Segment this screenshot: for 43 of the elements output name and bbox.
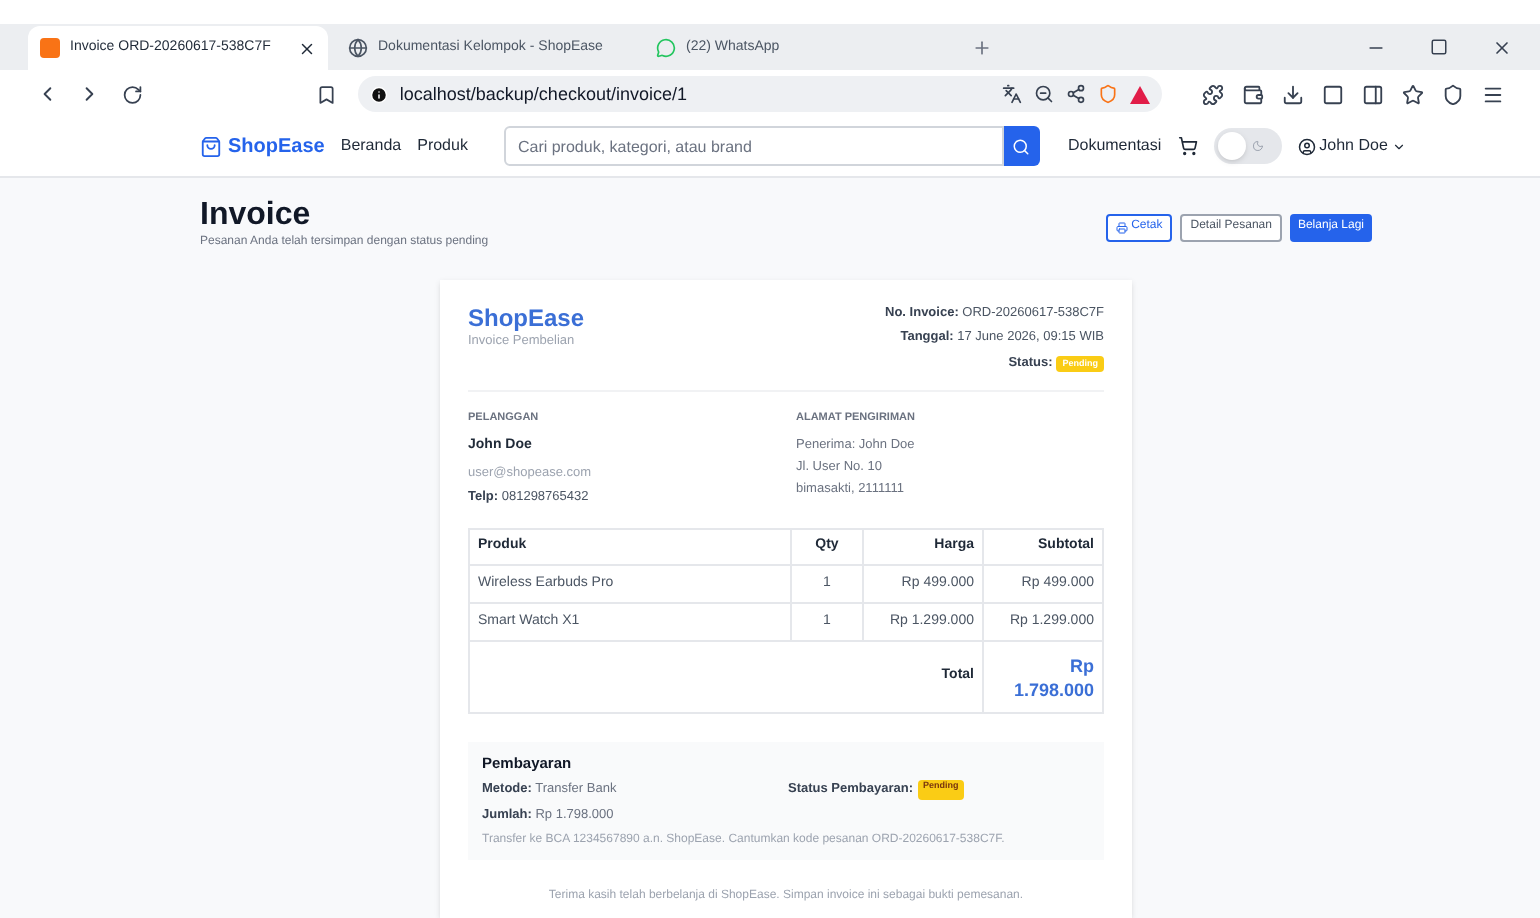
shield-icon	[1097, 84, 1118, 105]
square-icon	[1321, 83, 1344, 106]
translate-icon	[1001, 84, 1022, 105]
close-icon[interactable]	[1492, 38, 1512, 59]
nav-link[interactable]: Dokumentasi	[1067, 134, 1162, 159]
panel-icon	[1361, 83, 1384, 106]
search-icon	[1012, 137, 1031, 156]
star-icon	[1401, 83, 1424, 106]
maximize-icon[interactable]	[1430, 38, 1448, 57]
zoom-icon	[1033, 84, 1054, 105]
puzzle-icon	[1201, 83, 1224, 106]
nav-link[interactable]: Produk	[417, 134, 468, 159]
app-icon	[40, 38, 60, 59]
nav-link[interactable]: Beranda	[340, 134, 402, 159]
new-tab-icon[interactable]	[972, 38, 992, 59]
user-menu[interactable]: John Doe	[1297, 134, 1406, 159]
bookmark-icon[interactable]	[316, 83, 338, 106]
total-value: Rp 1.798.000	[1011, 653, 1094, 702]
menu-icon	[1481, 83, 1504, 106]
info-icon	[369, 85, 388, 104]
theme-switch[interactable]	[1213, 128, 1282, 165]
printer-icon	[1115, 221, 1128, 234]
share-icon	[1065, 84, 1086, 105]
reload-icon[interactable]	[121, 83, 143, 106]
search-button[interactable]	[1003, 126, 1040, 167]
page-title: Invoice	[200, 197, 313, 234]
shield-icon	[1441, 83, 1464, 106]
wallet-icon	[1241, 83, 1264, 106]
search-field[interactable]: Cari produk, kategori, atau brand	[503, 126, 1004, 167]
triangle-icon	[1129, 85, 1150, 104]
close-icon	[298, 39, 316, 58]
moon-icon	[1251, 140, 1264, 153]
caret-icon	[1391, 139, 1406, 154]
invoice-brand: ShopEase	[468, 303, 585, 332]
chat-icon	[656, 38, 676, 59]
brand-logo[interactable]: ShopEase	[200, 131, 325, 162]
address-bar[interactable]: localhost/backup/checkout/invoice/1	[357, 76, 1162, 113]
download-icon	[1281, 83, 1304, 106]
cart-icon[interactable]	[1177, 136, 1198, 157]
user-icon	[1297, 137, 1316, 156]
globe-icon	[348, 38, 368, 59]
url-text: localhost/backup/checkout/invoice/1	[399, 81, 687, 108]
bag-icon	[200, 135, 222, 158]
